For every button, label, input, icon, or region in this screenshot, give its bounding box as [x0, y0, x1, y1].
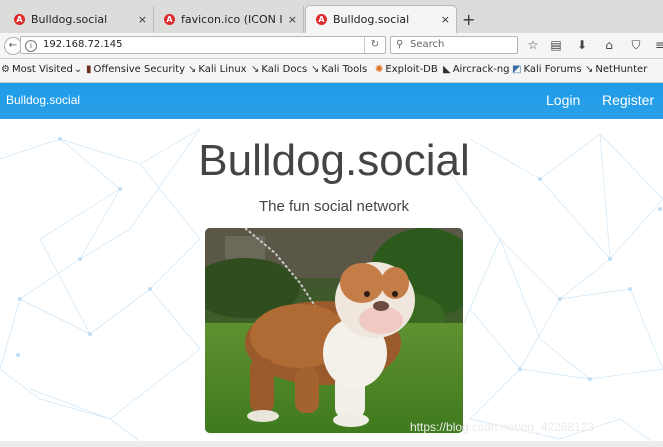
info-icon[interactable]: i: [25, 40, 37, 52]
bookmark-kali-docs[interactable]: ↘ Kali Docs: [251, 64, 307, 75]
navigation-toolbar: ← i 192.168.72.145 ↻ ⚲ Search ☆ ▤ ⬇ ⌂ ⛉ …: [0, 33, 663, 59]
site-header: Bulldog.social Login Register: [0, 83, 663, 119]
reading-list-icon[interactable]: ▤: [548, 37, 564, 53]
bookmark-nethunter[interactable]: ↘ NetHunter: [585, 64, 647, 75]
bulldog-photo: [205, 228, 463, 433]
menu-icon[interactable]: ≡: [652, 37, 663, 53]
search-input[interactable]: ⚲ Search: [390, 36, 518, 54]
tab-3-active[interactable]: A Bulldog.social ×: [305, 5, 457, 33]
close-tab-icon[interactable]: ×: [441, 13, 450, 26]
search-placeholder: Search: [410, 39, 445, 50]
bookmark-label: Kali Docs: [261, 64, 308, 75]
aircrack-icon: ◣: [443, 64, 451, 75]
reload-icon[interactable]: ↻: [364, 37, 385, 53]
page-subtitle: The fun social network: [258, 198, 410, 215]
kali-dragon-icon: ↘: [251, 64, 260, 75]
bookmark-label: NetHunter: [595, 64, 648, 75]
kali-dragon-icon: ↘: [188, 64, 197, 75]
gear-icon: ⚙: [1, 64, 10, 75]
login-link[interactable]: Login: [546, 92, 580, 108]
exploitdb-icon: ✺: [375, 64, 384, 75]
bookmark-label: Most Visited: [11, 64, 73, 75]
bookmarks-toolbar: ⚙ Most Visited ⌄ ▮ Offensive Security ↘ …: [0, 59, 663, 83]
watermark-text: https://blog.csdn.net/qq_42288123: [410, 420, 595, 434]
bookmark-kali-linux[interactable]: ↘ Kali Linux: [188, 64, 247, 75]
chevron-down-icon: ⌄: [73, 64, 83, 75]
kali-forums-icon: ◩: [512, 64, 522, 75]
close-tab-icon[interactable]: ×: [138, 13, 147, 26]
bookmark-offensive-security[interactable]: ▮ Offensive Security: [86, 64, 185, 75]
bookmark-label: Exploit-DB: [385, 64, 438, 75]
kali-dragon-icon: ↘: [585, 64, 594, 75]
bookmark-kali-tools[interactable]: ↘ Kali Tools: [311, 64, 367, 75]
tab-title: Bulldog.social: [31, 13, 108, 26]
close-tab-icon[interactable]: ×: [288, 13, 297, 26]
angular-icon: A: [316, 14, 327, 25]
bookmark-most-visited[interactable]: ⚙ Most Visited ⌄: [1, 64, 84, 75]
angular-icon: A: [14, 14, 25, 25]
bookmark-label: Aircrack-ng: [452, 64, 510, 75]
offsec-icon: ▮: [86, 64, 92, 75]
bookmark-label: Kali Forums: [523, 64, 582, 75]
site-brand-link[interactable]: Bulldog.social: [6, 93, 80, 107]
bookmark-label: Kali Tools: [321, 64, 368, 75]
address-bar[interactable]: i 192.168.72.145 ↻: [20, 36, 386, 54]
bookmark-exploit-db[interactable]: ✺ Exploit-DB: [375, 64, 438, 75]
bookmark-aircrack-ng[interactable]: ◣ Aircrack-ng: [443, 64, 510, 75]
new-tab-button[interactable]: +: [462, 10, 475, 29]
tab-title: Bulldog.social: [333, 13, 410, 26]
tab-title: favicon.ico (ICON Ima...: [181, 13, 282, 26]
web-page: Bulldog.social Login Register Bulldog.so…: [0, 83, 663, 447]
download-icon[interactable]: ⬇: [574, 37, 590, 53]
angular-icon: A: [164, 14, 175, 25]
register-link[interactable]: Register: [602, 92, 654, 108]
horizontal-scrollbar[interactable]: [0, 441, 663, 447]
bookmark-label: Offensive Security: [93, 64, 186, 75]
bookmark-star-icon[interactable]: ☆: [525, 37, 541, 53]
tab-1[interactable]: A Bulldog.social ×: [4, 6, 154, 33]
page-title: Bulldog.social: [198, 136, 470, 185]
home-icon[interactable]: ⌂: [601, 37, 617, 53]
search-icon: ⚲: [396, 39, 404, 50]
bookmark-label: Kali Linux: [198, 64, 247, 75]
pocket-icon[interactable]: ⛉: [628, 37, 644, 53]
kali-dragon-icon: ↘: [311, 64, 320, 75]
bookmark-kali-forums[interactable]: ◩ Kali Forums: [512, 64, 582, 75]
tab-strip: A Bulldog.social × A favicon.ico (ICON I…: [0, 0, 663, 34]
url-text[interactable]: 192.168.72.145: [43, 37, 123, 53]
tab-2[interactable]: A favicon.ico (ICON Ima... ×: [154, 6, 304, 33]
